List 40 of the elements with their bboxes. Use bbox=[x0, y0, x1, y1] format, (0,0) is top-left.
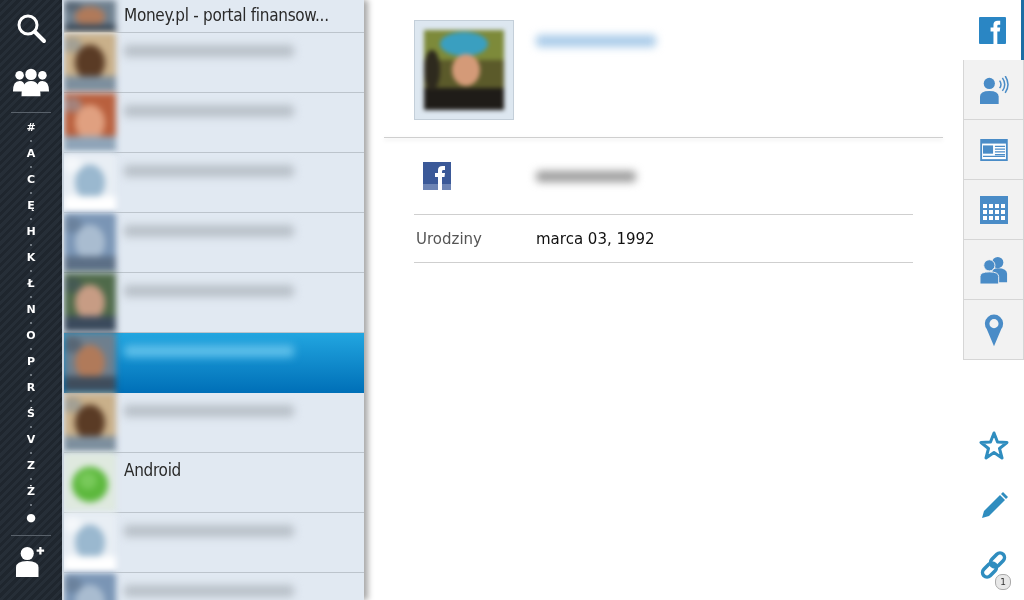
index-letter[interactable]: K bbox=[26, 251, 36, 265]
contact-name: Android bbox=[124, 460, 181, 480]
search-icon[interactable] bbox=[15, 12, 47, 44]
field-label: Urodziny bbox=[416, 229, 483, 248]
calendar-icon bbox=[979, 195, 1008, 224]
people-icon bbox=[979, 255, 1008, 284]
contact-name: Money.pl - portal finansow... bbox=[124, 5, 329, 25]
index-letter[interactable]: Ł bbox=[27, 277, 35, 291]
star-icon bbox=[978, 431, 1009, 461]
contact-row[interactable] bbox=[64, 33, 364, 93]
index-letter[interactable]: P bbox=[26, 355, 35, 369]
field-value: marca 03, 1992 bbox=[536, 229, 655, 248]
map-pin-icon bbox=[983, 312, 1004, 347]
facebook-icon bbox=[978, 16, 1006, 44]
contact-row[interactable] bbox=[64, 93, 364, 153]
index-letter[interactable]: R bbox=[26, 381, 36, 395]
facebook-icon bbox=[423, 162, 451, 190]
count-badge: 1 bbox=[995, 574, 1011, 590]
index-letter[interactable]: O bbox=[26, 329, 36, 343]
person-speaking-icon bbox=[978, 75, 1009, 104]
index-letter[interactable]: Z bbox=[27, 459, 35, 473]
index-letter[interactable]: Ę bbox=[27, 199, 35, 213]
index-letter[interactable]: C bbox=[26, 173, 36, 187]
index-letter[interactable]: Ś bbox=[27, 407, 35, 421]
index-letter[interactable]: N bbox=[26, 303, 36, 317]
index-letter[interactable]: H bbox=[26, 225, 36, 239]
index-letter[interactable]: A bbox=[26, 147, 36, 161]
news-icon bbox=[979, 138, 1008, 161]
index-letter[interactable]: V bbox=[26, 433, 36, 447]
index-letter[interactable]: Ż bbox=[27, 485, 35, 499]
contact-row[interactable] bbox=[64, 273, 364, 333]
add-contact-icon[interactable] bbox=[16, 544, 46, 578]
contact-row[interactable] bbox=[64, 213, 364, 273]
index-letter[interactable]: ● bbox=[26, 511, 36, 525]
link-button[interactable]: 1 bbox=[963, 536, 1024, 596]
contact-row[interactable]: Android bbox=[64, 453, 364, 513]
index-letter[interactable]: # bbox=[26, 121, 36, 135]
contact-row[interactable] bbox=[64, 393, 364, 453]
contact-row[interactable] bbox=[64, 333, 364, 393]
people-icon[interactable] bbox=[12, 66, 50, 98]
